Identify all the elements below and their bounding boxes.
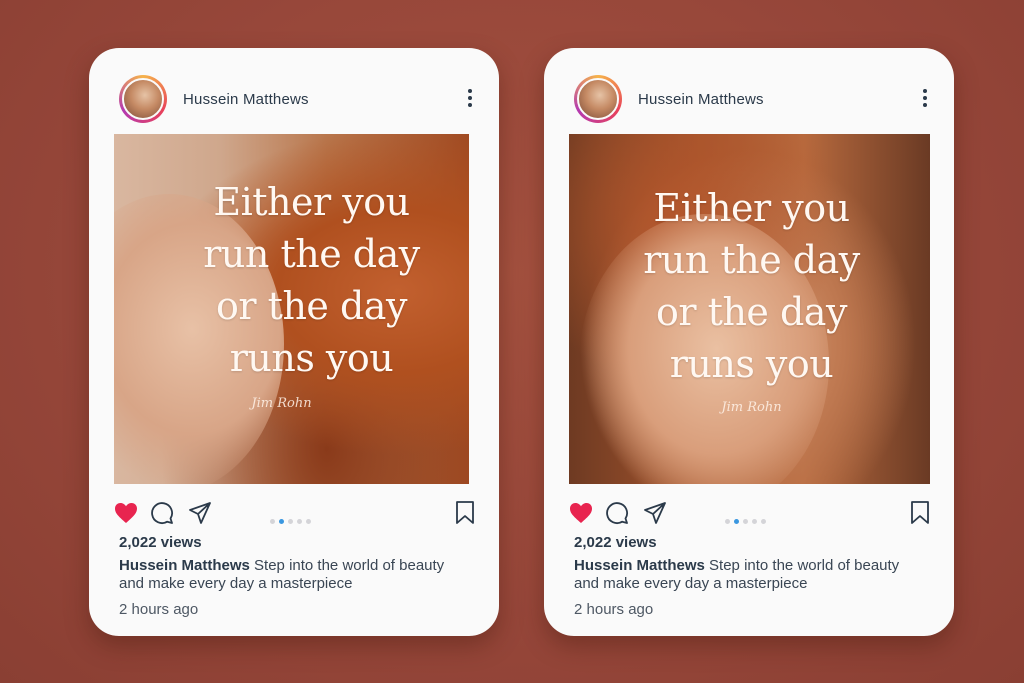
heart-icon[interactable] [569, 502, 593, 524]
avatar[interactable] [119, 75, 167, 123]
post-image[interactable]: Either you run the day or the day runs y… [114, 134, 469, 484]
more-options-icon[interactable] [467, 89, 473, 111]
post-timestamp: 2 hours ago [119, 601, 199, 618]
send-icon[interactable] [643, 501, 667, 525]
comment-icon[interactable] [150, 501, 174, 525]
post-header: Hussein Matthews [89, 48, 499, 134]
post-actions [544, 500, 954, 530]
quote-line: Either you [653, 186, 850, 230]
bookmark-icon[interactable] [910, 501, 930, 525]
comment-icon[interactable] [605, 501, 629, 525]
post-image[interactable]: Either you run the day or the day runs y… [569, 134, 930, 484]
post-quote: Either you run the day or the day runs y… [571, 182, 930, 390]
carousel-indicator [270, 511, 315, 529]
view-count: 2,022 views [574, 534, 657, 551]
avatar[interactable] [574, 75, 622, 123]
caption-username[interactable]: Hussein Matthews [574, 557, 705, 574]
avatar-image [122, 78, 164, 120]
quote-line: or the day [656, 290, 847, 334]
post-caption: Hussein Matthews Step into the world of … [119, 557, 469, 593]
post-card-1: Hussein Matthews Either you run the day … [89, 48, 499, 636]
quote-line: Either you [213, 180, 410, 224]
caption-username[interactable]: Hussein Matthews [119, 557, 250, 574]
avatar-image [577, 78, 619, 120]
post-caption: Hussein Matthews Step into the world of … [574, 557, 924, 593]
post-username[interactable]: Hussein Matthews [638, 91, 764, 108]
post-card-2: Hussein Matthews Either you run the day … [544, 48, 954, 636]
post-timestamp: 2 hours ago [574, 601, 654, 618]
quote-line: run the day [643, 238, 860, 282]
send-icon[interactable] [188, 501, 212, 525]
quote-line: runs you [669, 342, 834, 386]
quote-line: runs you [229, 336, 394, 380]
quote-line: run the day [203, 232, 420, 276]
more-options-icon[interactable] [922, 89, 928, 111]
post-header: Hussein Matthews [544, 48, 954, 134]
post-actions [89, 500, 499, 530]
view-count: 2,022 views [119, 534, 202, 551]
quote-signature: Jim Rohn [721, 400, 782, 415]
carousel-indicator [725, 511, 770, 529]
bookmark-icon[interactable] [455, 501, 475, 525]
post-quote: Either you run the day or the day runs y… [134, 176, 469, 384]
post-username[interactable]: Hussein Matthews [183, 91, 309, 108]
heart-icon[interactable] [114, 502, 138, 524]
quote-line: or the day [216, 284, 407, 328]
quote-signature: Jim Rohn [251, 396, 312, 411]
